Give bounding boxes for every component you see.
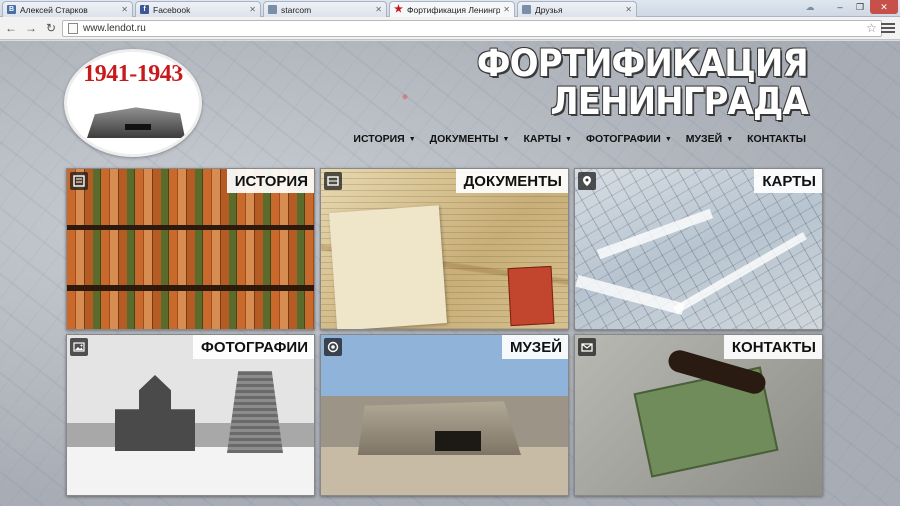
nav-label: ИСТОРИЯ <box>353 133 405 145</box>
address-bar[interactable]: www.lendot.ru ☆ <box>62 20 882 37</box>
browser-tab-strip: В Алексей Старков ✕ f Facebook ✕ starcom… <box>0 0 900 17</box>
browser-tab-active[interactable]: ★ Фортификация Ленинград ✕ <box>389 1 515 17</box>
star-icon: ★ <box>394 4 403 15</box>
bookmark-star-icon[interactable]: ☆ <box>866 21 877 36</box>
tile-museum[interactable]: МУЗЕЙ <box>320 334 569 496</box>
nav-label: КОНТАКТЫ <box>747 133 806 145</box>
minimize-icon[interactable]: – <box>830 0 850 14</box>
caret-down-icon: ▼ <box>502 135 510 143</box>
tab-title: Алексей Старков <box>20 4 88 15</box>
tile-photos[interactable]: ФОТОГРАФИИ <box>66 334 315 496</box>
tile-label: ФОТОГРАФИИ <box>193 335 314 359</box>
close-icon[interactable]: ✕ <box>121 5 128 14</box>
page-icon <box>268 5 277 14</box>
tab-title: Фортификация Ленинград <box>407 4 501 15</box>
caret-down-icon: ▼ <box>565 135 572 143</box>
cathedral-shape <box>115 375 195 451</box>
page-content: 1941-1943 ФОРТИФИКАЦИЯ ЛЕНИНГРАДА ИСТОРИ… <box>0 41 900 506</box>
nav-label: МУЗЕЙ <box>685 133 723 145</box>
image-icon <box>70 338 88 356</box>
close-icon[interactable]: ✕ <box>375 5 382 14</box>
vk-icon: В <box>7 5 16 14</box>
close-icon[interactable]: ✕ <box>625 5 632 14</box>
page-icon <box>68 23 78 34</box>
caret-down-icon: ▼ <box>408 135 416 143</box>
field-telephone-photo <box>575 335 822 495</box>
restore-icon[interactable]: ❐ <box>850 0 870 14</box>
nav-item-history[interactable]: ИСТОРИЯ ▼ <box>353 133 415 145</box>
bunker-illustration <box>87 107 185 138</box>
browser-tab[interactable]: Друзья ✕ <box>517 1 637 17</box>
tile-label: ДОКУМЕНТЫ <box>455 169 568 193</box>
profile-icon[interactable]: ☁ <box>792 0 828 14</box>
tile-maps[interactable]: КАРТЫ <box>574 168 823 330</box>
documents-image <box>321 169 568 329</box>
nav-label: ДОКУМЕНТЫ <box>429 133 499 145</box>
tab-title: Друзья <box>535 4 563 15</box>
cathedral-photo <box>67 335 314 495</box>
reload-icon[interactable]: ↻ <box>42 19 60 37</box>
nav-item-maps[interactable]: КАРТЫ ▼ <box>523 133 572 145</box>
document-sheet <box>329 205 447 329</box>
back-arrow-icon[interactable]: ← <box>2 19 20 37</box>
map-river <box>596 208 714 260</box>
close-icon[interactable]: ✕ <box>503 5 510 14</box>
url-text: www.lendot.ru <box>83 23 146 34</box>
tile-label: КАРТЫ <box>754 169 822 193</box>
main-nav: ИСТОРИЯ ▼ ДОКУМЕНТЫ ▼ КАРТЫ ▼ ФОТОГРАФИИ ▼ М… <box>339 133 806 145</box>
tile-contacts[interactable]: КОНТАКТЫ <box>574 334 823 496</box>
browser-tab[interactable]: starcom ✕ <box>263 1 387 17</box>
site-title-line1: ФОРТИФИКАЦИЯ <box>476 42 809 85</box>
nav-item-contacts[interactable]: КОНТАКТЫ <box>747 133 806 145</box>
bunker-opening <box>435 431 481 451</box>
logo-years: 1941-1943 <box>83 61 183 87</box>
browser-tab[interactable]: В Алексей Старков ✕ <box>2 1 133 17</box>
bookshelf-image <box>67 169 314 329</box>
tile-label: КОНТАКТЫ <box>723 335 822 359</box>
tile-label: МУЗЕЙ <box>501 335 568 359</box>
target-icon <box>324 338 342 356</box>
caret-down-icon: ▼ <box>664 135 672 143</box>
facebook-icon: f <box>140 5 149 14</box>
tile-documents[interactable]: ДОКУМЕНТЫ <box>320 168 569 330</box>
forward-arrow-icon[interactable]: → <box>22 19 40 37</box>
tab-title: starcom <box>281 4 312 15</box>
site-logo[interactable]: 1941-1943 <box>64 49 202 157</box>
browser-toolbar: ← → ↻ www.lendot.ru ☆ <box>0 17 900 40</box>
bunker-embrasure <box>125 124 151 130</box>
bunker-photo <box>321 335 568 495</box>
browser-tab[interactable]: f Facebook ✕ <box>135 1 261 17</box>
nav-item-museum[interactable]: МУЗЕЙ ▼ <box>686 133 733 145</box>
close-icon[interactable]: ✕ <box>249 5 256 14</box>
tower-shape <box>227 371 283 453</box>
military-id-card <box>507 265 555 327</box>
tile-history[interactable]: ИСТОРИЯ <box>66 168 315 330</box>
map-image <box>575 169 822 329</box>
tile-label: ИСТОРИЯ <box>226 169 314 193</box>
caret-down-icon: ▼ <box>726 135 734 143</box>
page-icon <box>522 5 531 14</box>
nav-label: ФОТОГРАФИИ <box>585 133 661 145</box>
envelope-icon <box>578 338 596 356</box>
map-river <box>575 274 685 316</box>
close-window-icon[interactable]: ✕ <box>870 0 898 14</box>
nav-item-documents[interactable]: ДОКУМЕНТЫ ▼ <box>430 133 510 145</box>
tab-title: Facebook <box>153 4 191 15</box>
inbox-icon <box>324 172 342 190</box>
map-marker-icon <box>578 172 596 190</box>
map-river <box>673 232 807 314</box>
menu-icon[interactable] <box>881 20 895 36</box>
site-title: ФОРТИФИКАЦИЯ ЛЕНИНГРАДА <box>476 42 809 123</box>
nav-label: КАРТЫ <box>523 133 562 145</box>
nav-item-photos[interactable]: ФОТОГРАФИИ ▼ <box>586 133 672 145</box>
book-icon <box>70 172 88 190</box>
site-title-line2: ЛЕНИНГРАДА <box>550 80 809 123</box>
